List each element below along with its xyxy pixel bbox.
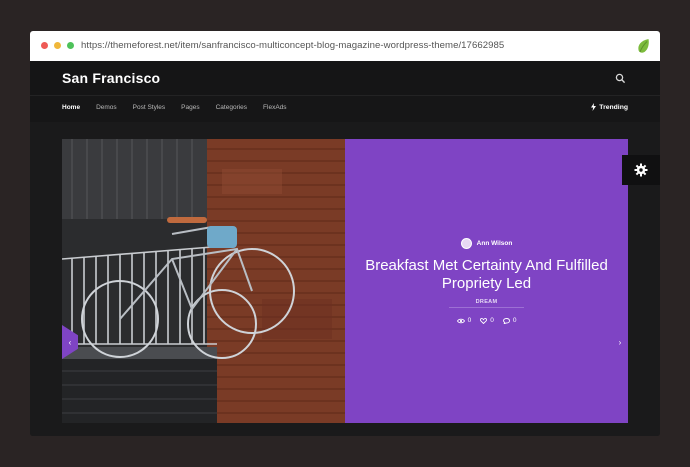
post-title[interactable]: Breakfast Met Certainty And Fulfilled Pr… [365,257,608,293]
browser-chrome: https://themeforest.net/item/sanfrancisc… [30,31,660,61]
comments-count: 0 [512,317,517,324]
gear-icon [634,163,648,177]
nav-item-post-styles[interactable]: Post Styles [133,104,166,111]
likes-stat[interactable]: 0 [480,317,494,324]
comments-stat[interactable]: 0 [502,317,517,324]
main-content: Ann Wilson Breakfast Met Certainty And F… [30,122,660,436]
featured-post-card[interactable]: Ann Wilson Breakfast Met Certainty And F… [345,139,628,423]
maximize-window-icon[interactable] [67,42,74,49]
eye-icon [456,318,465,323]
avatar [460,238,472,249]
nav-item-pages[interactable]: Pages [181,104,199,111]
address-bar[interactable]: https://themeforest.net/item/sanfrancisc… [81,40,504,51]
chevron-left-icon: ‹ [68,337,72,347]
author-name: Ann Wilson [476,240,513,247]
search-icon[interactable] [615,73,626,84]
trending-label: Trending [599,103,628,111]
close-window-icon[interactable] [41,42,48,49]
main-navigation: Home Demos Post Styles Pages Categories … [30,96,660,122]
site-header: San Francisco [30,61,660,96]
nav-item-demos[interactable]: Demos [96,104,117,111]
nav-item-flexads[interactable]: FlexAds [263,104,286,111]
post-category[interactable]: DREAM [345,299,628,305]
trending-button[interactable]: Trending [591,103,628,111]
hero-slider: Ann Wilson Breakfast Met Certainty And F… [62,139,628,423]
hero-image[interactable] [62,139,345,423]
bolt-icon [591,103,597,111]
browser-window: https://themeforest.net/item/sanfrancisc… [30,31,660,436]
divider [449,307,524,308]
post-stats: 0 0 0 [345,317,628,324]
minimize-window-icon[interactable] [54,42,61,49]
nav-menu: Home Demos Post Styles Pages Categories … [62,104,303,111]
likes-count: 0 [490,317,494,324]
nav-item-categories[interactable]: Categories [216,104,247,111]
comment-icon [502,317,510,324]
chevron-right-icon: › [618,337,622,347]
site-logo[interactable]: San Francisco [62,70,160,86]
settings-button[interactable] [622,155,660,185]
nav-item-home[interactable]: Home [62,104,80,111]
post-author[interactable]: Ann Wilson [345,238,628,249]
views-stat: 0 [456,317,472,324]
bicycle-balcony-photo [62,139,345,423]
views-count: 0 [467,317,472,324]
envato-leaf-icon [638,39,649,53]
website: San Francisco Home Demos Post Styles Pag… [30,61,660,436]
heart-icon [480,317,488,324]
